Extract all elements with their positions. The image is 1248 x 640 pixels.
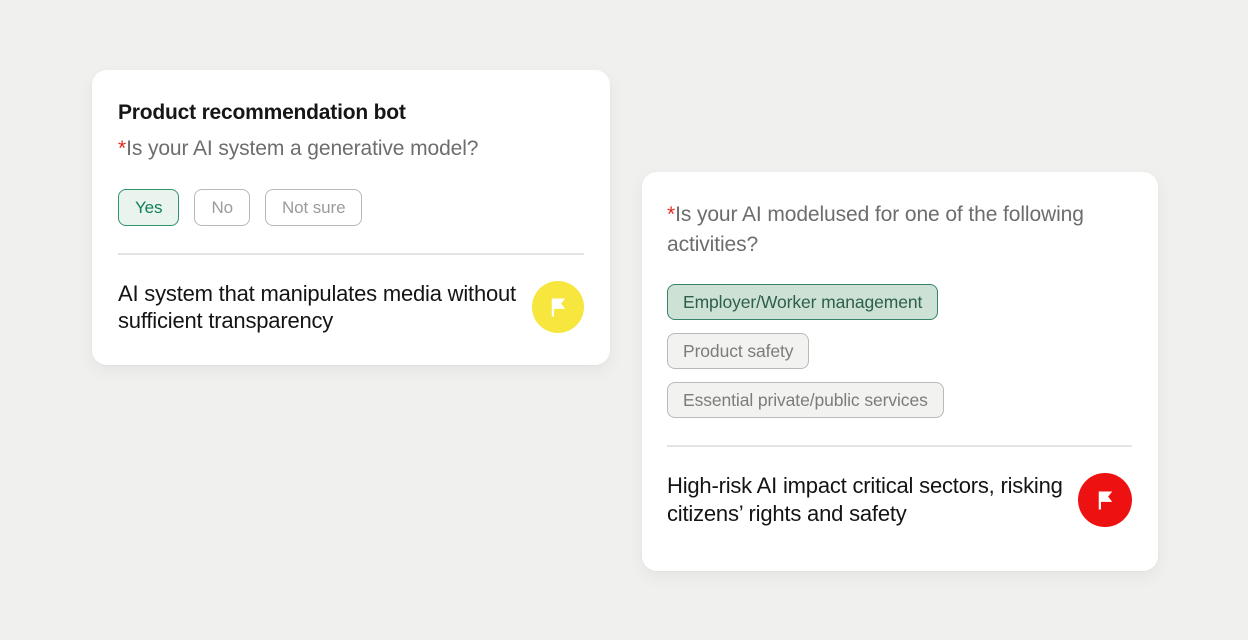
activities-card: *Is your AI modelused for one of the fol… bbox=[642, 172, 1158, 571]
required-asterisk: * bbox=[118, 137, 126, 160]
result-row: AI system that manipulates media without… bbox=[118, 280, 584, 334]
question-text: Is your AI modelused for one of the foll… bbox=[667, 203, 1084, 256]
option-button-not-sure[interactable]: Not sure bbox=[265, 189, 362, 226]
page-background: { "colors": { "page-bg": "#f0f0ee", "car… bbox=[0, 0, 1248, 640]
option-button-product-safety[interactable]: Product safety bbox=[667, 333, 809, 369]
divider bbox=[118, 253, 584, 255]
product-bot-card: Product recommendation bot *Is your AI s… bbox=[92, 70, 610, 365]
divider bbox=[667, 445, 1132, 447]
option-button-yes[interactable]: Yes bbox=[118, 189, 179, 226]
option-button-no[interactable]: No bbox=[194, 189, 250, 226]
question-activities: *Is your AI modelused for one of the fol… bbox=[667, 200, 1132, 260]
activity-options: Employer/Worker management Product safet… bbox=[667, 284, 1132, 418]
result-text: AI system that manipulates media without… bbox=[118, 280, 532, 334]
yellow-flag-badge bbox=[532, 281, 584, 333]
answer-options: Yes No Not sure bbox=[118, 189, 584, 226]
question-text: Is your AI system a generative model? bbox=[126, 137, 478, 160]
card-title: Product recommendation bot bbox=[118, 100, 584, 126]
question-generative-model: *Is your AI system a generative model? bbox=[118, 134, 584, 164]
flag-icon bbox=[545, 294, 572, 321]
result-text: High-risk AI impact critical sectors, ri… bbox=[667, 472, 1078, 528]
required-asterisk: * bbox=[667, 203, 675, 226]
result-row: High-risk AI impact critical sectors, ri… bbox=[667, 472, 1132, 528]
option-button-essential-services[interactable]: Essential private/public services bbox=[667, 382, 944, 418]
red-flag-badge bbox=[1078, 473, 1132, 527]
flag-icon bbox=[1092, 487, 1119, 514]
option-button-employer-worker-management[interactable]: Employer/Worker management bbox=[667, 284, 938, 320]
